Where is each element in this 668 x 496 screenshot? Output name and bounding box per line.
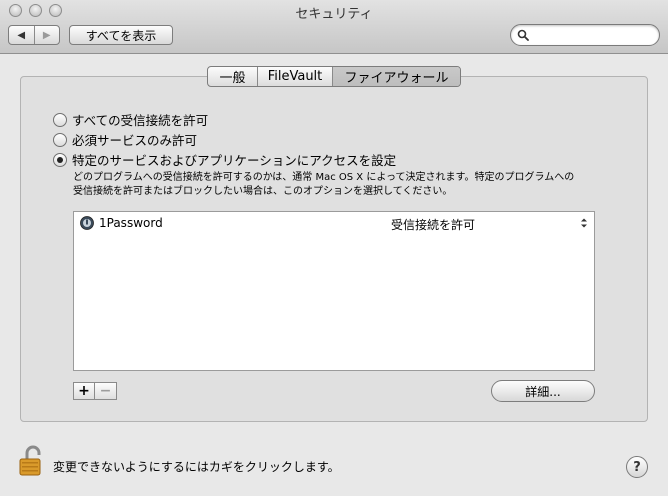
radio-essential-only[interactable] [53, 132, 67, 147]
description-line-1: どのプログラムへの受信接続を許可するのかは、通常 Mac OS X によって決定… [73, 172, 575, 183]
help-button[interactable]: ? [626, 456, 648, 478]
advanced-button[interactable]: 詳細... [491, 380, 595, 402]
description-line-2: 受信接続を許可またはブロックしたい場合は、このオプションを選択してください。 [73, 186, 453, 197]
option-essential-only[interactable]: 必須サービスのみ許可 [53, 130, 197, 149]
lock-icon[interactable] [18, 445, 46, 477]
updown-chevron-icon[interactable] [580, 217, 588, 229]
remove-app-button[interactable]: − [95, 382, 117, 400]
show-all-button[interactable]: すべてを表示 [69, 25, 173, 45]
back-forward-control: ◀ ▶ [8, 25, 60, 45]
firewall-description: どのプログラムへの受信接続を許可するのかは、通常 Mac OS X によって決定… [73, 171, 633, 199]
option-allow-all[interactable]: すべての受信接続を許可 [53, 110, 208, 129]
tab-firewall[interactable]: ファイアウォール [332, 67, 460, 86]
radio-specific-access[interactable] [53, 152, 67, 167]
lock-message: 変更できないようにするにはカギをクリックします。 [53, 460, 340, 474]
app-name: 1Password [99, 216, 163, 230]
forward-button[interactable]: ▶ [33, 26, 60, 44]
application-list[interactable]: 1Password 受信接続を許可 [73, 211, 595, 371]
option-specific-access[interactable]: 特定のサービスおよびアプリケーションにアクセスを設定 [53, 150, 396, 169]
tab-general[interactable]: 一般 [208, 67, 257, 86]
forward-arrow-icon: ▶ [42, 29, 51, 41]
search-input[interactable] [533, 27, 653, 43]
tab-filevault[interactable]: FileVault [257, 67, 332, 86]
option-specific-access-label: 特定のサービスおよびアプリケーションにアクセスを設定 [72, 153, 397, 168]
option-essential-only-label: 必須サービスのみ許可 [72, 133, 198, 148]
app-connection-setting[interactable]: 受信接続を許可 [391, 216, 475, 233]
add-app-button[interactable]: + [73, 382, 95, 400]
search-field-container[interactable] [510, 24, 660, 46]
app-icon [80, 216, 94, 230]
back-button[interactable]: ◀ [9, 26, 34, 44]
titlebar-toolbar: セキュリティ ◀ ▶ すべてを表示 [0, 0, 668, 54]
list-item[interactable]: 1Password 受信接続を許可 [74, 212, 594, 234]
radio-allow-all[interactable] [53, 112, 67, 127]
tab-bar: 一般 FileVault ファイアウォール [207, 66, 461, 87]
security-preferences-window: セキュリティ ◀ ▶ すべてを表示 一般 FileVault ファイアウォール … [0, 0, 668, 496]
search-icon [517, 29, 529, 41]
window-title: セキュリティ [295, 7, 373, 22]
option-allow-all-label: すべての受信接続を許可 [72, 113, 209, 128]
back-arrow-icon: ◀ [17, 29, 26, 41]
